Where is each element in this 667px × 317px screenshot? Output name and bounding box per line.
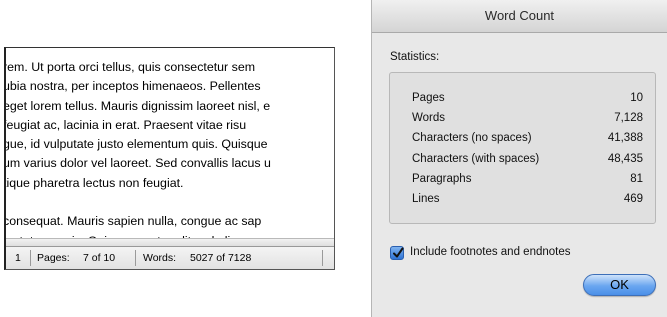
status-bar: 1 Pages: 7 of 10 Words: 5027 of 7128: [6, 246, 334, 269]
section-number: 1: [15, 252, 21, 264]
dialog-title: Word Count: [372, 0, 667, 33]
pages-value: 7 of 10: [83, 252, 116, 264]
pages-label: Pages:: [37, 252, 70, 264]
word-count-dialog: Word Count Statistics: Pages 10 Words 7,…: [371, 0, 667, 317]
stat-value: 469: [623, 193, 643, 205]
footnotes-checkbox-label[interactable]: Include footnotes and endnotes: [410, 246, 571, 258]
document-line: um varius dolor vel laoreet. Sed convall…: [4, 156, 271, 171]
stat-value: 81: [630, 173, 643, 185]
stat-row-characters-with-spaces: Characters (with spaces) 48,435: [412, 153, 643, 171]
stat-value: 10: [630, 92, 643, 104]
stat-label: Characters (no spaces): [412, 132, 532, 144]
document-text[interactable]: rem. Ut porta orci tellus, quis consecte…: [4, 58, 334, 251]
words-value: 5027 of 7128: [190, 252, 252, 264]
document-line: feugiat ac, lacinia in erat. Praesent vi…: [4, 117, 247, 132]
document-line: consequat. Mauris sapien nulla, congue a…: [4, 214, 262, 229]
stat-label: Characters (with spaces): [412, 153, 540, 165]
stat-row-words: Words 7,128: [412, 112, 643, 130]
document-line: eget lorem tellus. Mauris dignissim laor…: [4, 98, 271, 113]
statistics-label: Statistics:: [390, 51, 440, 63]
document-line: ubia nostra, per inceptos himenaeos. Pel…: [4, 79, 261, 94]
stat-label: Paragraphs: [412, 173, 472, 185]
statistics-box: Pages 10 Words 7,128 Characters (no spac…: [389, 72, 656, 224]
status-divider: [135, 250, 136, 266]
stat-label: Pages: [412, 92, 445, 104]
stat-value: 7,128: [614, 112, 643, 124]
stat-value: 41,388: [607, 132, 643, 144]
stat-row-pages: Pages 10: [412, 92, 643, 110]
checkmark-icon: [393, 247, 404, 258]
status-divider: [322, 250, 323, 266]
stat-label: Words: [412, 112, 446, 124]
stat-row-lines: Lines 469: [412, 193, 643, 211]
stat-value: 48,435: [607, 153, 643, 165]
words-label: Words:: [143, 252, 177, 264]
document-window: rem. Ut porta orci tellus, quis consecte…: [4, 47, 335, 270]
document-line: rem. Ut porta orci tellus, quis consecte…: [4, 60, 256, 74]
status-divider: [30, 250, 31, 266]
document-line: gue, id vulputate justo elementum quis. …: [4, 137, 268, 152]
stat-label: Lines: [412, 193, 440, 205]
stat-row-paragraphs: Paragraphs 81: [412, 173, 643, 191]
stat-row-characters-no-spaces: Characters (no spaces) 41,388: [412, 132, 643, 150]
document-line: tique pharetra lectus non feugiat.: [4, 175, 184, 190]
footnotes-checkbox[interactable]: [390, 246, 404, 260]
ok-button[interactable]: OK: [583, 274, 656, 296]
